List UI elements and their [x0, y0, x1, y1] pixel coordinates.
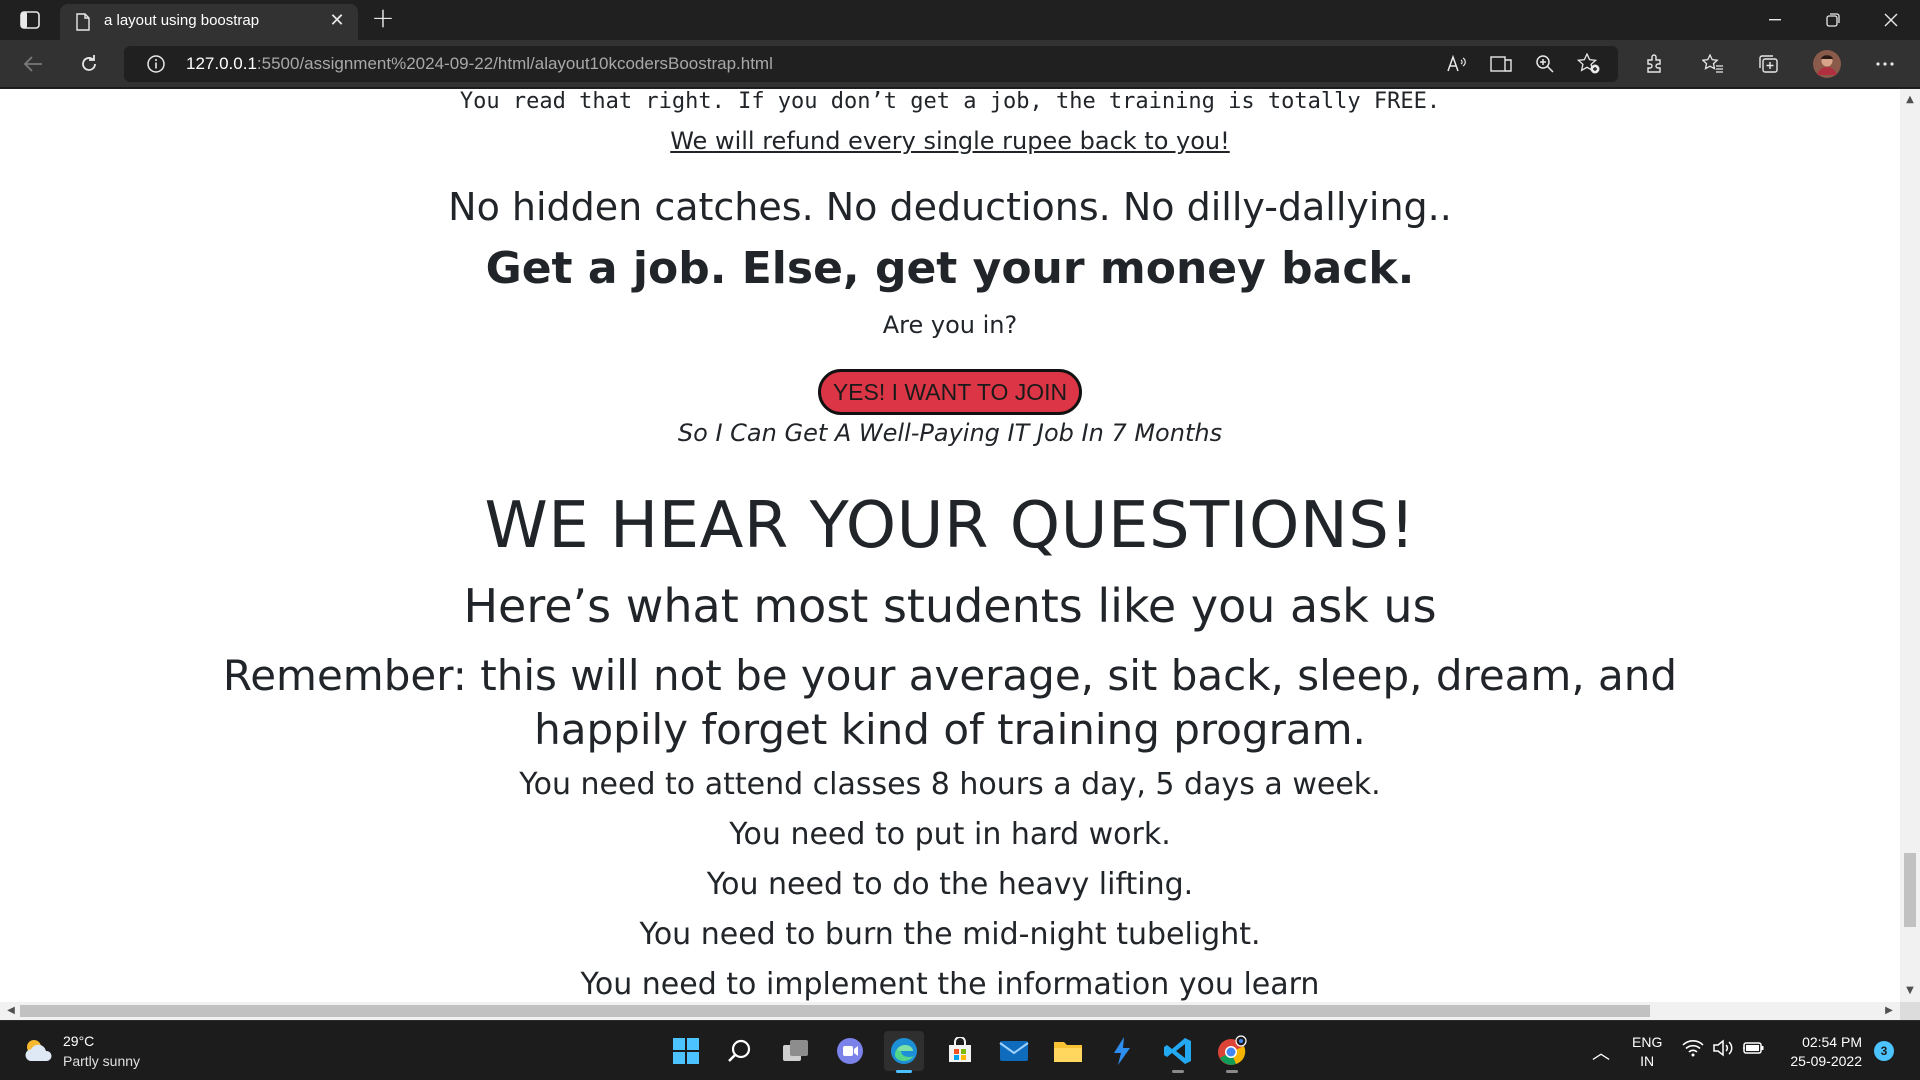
immersive-reader-icon[interactable] [1486, 52, 1516, 76]
system-clock[interactable]: 02:54 PM 25-09-2022 [1780, 1033, 1862, 1071]
new-tab-button[interactable]: + [368, 4, 398, 34]
address-bar[interactable]: 127.0.0.1:5500/assignment%2024-09-22/htm… [124, 46, 1618, 82]
task-view-icon[interactable] [776, 1031, 816, 1071]
scrollbar-corner [1900, 1002, 1920, 1020]
favorites-icon[interactable] [1696, 48, 1730, 80]
zoom-icon[interactable] [1530, 52, 1560, 76]
need-item: You need to implement the information yo… [580, 967, 1320, 1002]
need-item: You need to attend classes 8 hours a day… [519, 767, 1381, 802]
read-aloud-icon[interactable] [1442, 52, 1472, 76]
clock-time: 02:54 PM [1802, 1034, 1862, 1050]
running-indicator [1226, 1070, 1238, 1073]
power-automate-icon[interactable] [1102, 1031, 1142, 1071]
scroll-right-arrow-icon[interactable]: ▶ [1880, 1002, 1898, 1020]
browser-toolbar: 127.0.0.1:5500/assignment%2024-09-22/htm… [0, 40, 1920, 88]
tab-title: a layout using boostrap [104, 12, 260, 29]
need-item: You need to put in hard work. [729, 817, 1171, 852]
page-viewport: You read that right. If you don’t get a … [0, 89, 1900, 1002]
need-item: You need to burn the mid-night tubelight… [639, 917, 1261, 952]
active-indicator [896, 1070, 912, 1073]
file-explorer-icon[interactable] [1048, 1031, 1088, 1071]
more-menu-icon[interactable] [1868, 48, 1902, 80]
wifi-icon[interactable] [1682, 1039, 1704, 1061]
volume-icon[interactable] [1712, 1039, 1734, 1061]
profile-avatar[interactable] [1810, 48, 1844, 80]
weather-description[interactable]: Partly sunny [63, 1053, 140, 1069]
scroll-left-arrow-icon[interactable]: ◀ [2, 1002, 20, 1020]
minimize-button[interactable] [1746, 0, 1804, 40]
language-code: ENG [1632, 1034, 1663, 1050]
start-button[interactable] [666, 1031, 706, 1071]
join-subtext: So I Can Get A Well-Paying IT Job In 7 M… [677, 419, 1223, 447]
site-info-icon[interactable] [146, 54, 166, 78]
url-path: :5500/assignment%2024-09-22/html/alayout… [256, 54, 773, 73]
teams-chat-icon[interactable] [830, 1031, 870, 1071]
tab-active[interactable]: a layout using boostrap ✕ [60, 4, 358, 40]
weather-icon[interactable] [22, 1037, 54, 1069]
close-window-button[interactable] [1862, 0, 1920, 40]
language-indicator[interactable]: ENG IN [1632, 1033, 1662, 1071]
page-icon [76, 13, 90, 35]
free-training-text: You read that right. If you don’t get a … [459, 89, 1441, 114]
chrome-icon[interactable] [1212, 1031, 1252, 1073]
vscode-icon[interactable] [1158, 1031, 1198, 1073]
add-favorite-icon[interactable] [1574, 52, 1604, 76]
extensions-icon[interactable] [1638, 48, 1672, 80]
tab-close-icon[interactable]: ✕ [326, 10, 348, 32]
show-hidden-icons-icon[interactable]: ︿ [1592, 1039, 1610, 1065]
browser-title-bar: a layout using boostrap ✕ + [0, 0, 1920, 40]
scroll-up-arrow-icon[interactable]: ▲ [1900, 91, 1920, 109]
horizontal-scroll-thumb[interactable] [20, 1005, 1650, 1017]
running-indicator [1172, 1070, 1184, 1073]
questions-subheading: Here’s what most students like you ask u… [463, 579, 1437, 633]
tab-actions-icon[interactable] [14, 8, 46, 32]
scroll-down-arrow-icon[interactable]: ▼ [1900, 982, 1920, 1000]
clock-date: 25-09-2022 [1790, 1053, 1862, 1069]
weather-temperature[interactable]: 29°C [63, 1033, 94, 1049]
vertical-scrollbar[interactable]: ▲ ▼ [1900, 89, 1920, 1002]
get-job-heading: Get a job. Else, get your money back. [485, 243, 1415, 294]
restore-button[interactable] [1804, 0, 1862, 40]
refund-link[interactable]: We will refund every single rupee back t… [670, 127, 1230, 155]
region-code: IN [1640, 1053, 1655, 1069]
back-button[interactable] [16, 48, 50, 80]
horizontal-scrollbar[interactable]: ◀ ▶ [0, 1002, 1900, 1020]
collections-icon[interactable] [1752, 48, 1786, 80]
no-catches-heading: No hidden catches. No deductions. No dil… [448, 185, 1452, 229]
questions-heading: WE HEAR YOUR QUESTIONS! [484, 489, 1416, 563]
refresh-button[interactable] [72, 48, 106, 80]
need-item: You need to do the heavy lifting. [706, 867, 1194, 902]
store-icon[interactable] [940, 1031, 980, 1071]
remember-heading: Remember: this will not be your average,… [222, 651, 1678, 754]
notification-badge[interactable]: 3 [1874, 1041, 1894, 1061]
vertical-scroll-thumb[interactable] [1904, 853, 1916, 927]
are-you-in-text: Are you in? [882, 311, 1018, 339]
windows-taskbar: 29°C Partly sunny ︿ ENG IN 02:54 PM 25-0… [0, 1020, 1920, 1080]
battery-icon[interactable] [1742, 1039, 1766, 1061]
url-host: 127.0.0.1 [186, 54, 257, 73]
search-icon[interactable] [720, 1031, 760, 1071]
url-text[interactable]: 127.0.0.1:5500/assignment%2024-09-22/htm… [186, 54, 773, 74]
edge-browser-icon[interactable] [884, 1031, 924, 1073]
mail-icon[interactable] [994, 1031, 1034, 1071]
join-button[interactable]: YES! I WANT TO JOIN [817, 369, 1083, 415]
